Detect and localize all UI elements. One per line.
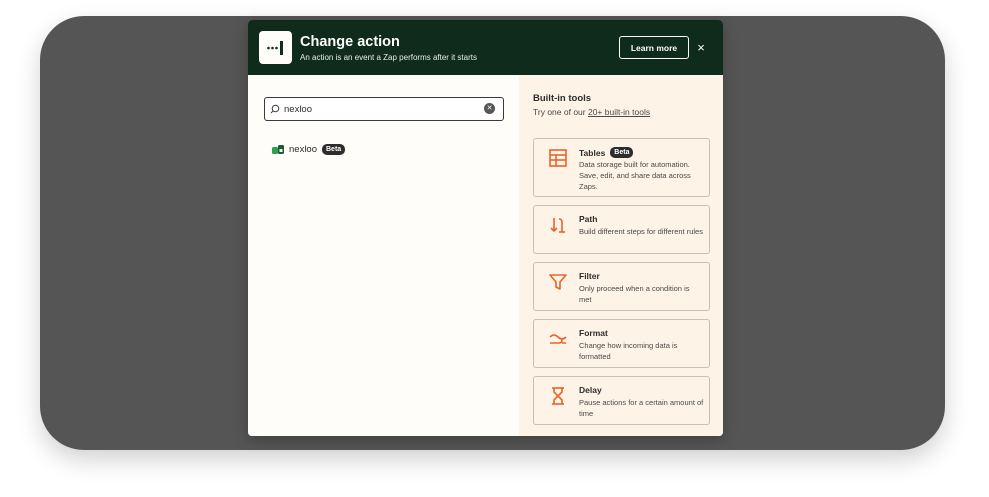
modal-subtitle: An action is an event a Zap performs aft… bbox=[300, 52, 477, 62]
zap-logo-icon bbox=[259, 31, 292, 64]
tool-card-path[interactable]: Path Build different steps for different… bbox=[533, 205, 710, 254]
search-result-nexloo[interactable]: nexloo Beta bbox=[272, 144, 346, 155]
tool-card-delay[interactable]: Delay Pause actions for a certain amount… bbox=[533, 376, 710, 425]
path-icon bbox=[550, 218, 565, 233]
change-action-modal: Change action An action is an event a Za… bbox=[248, 20, 723, 436]
built-in-tools-subtitle: Try one of our 20+ built-in tools bbox=[533, 107, 651, 117]
clear-icon[interactable]: ✕ bbox=[484, 103, 495, 114]
filter-icon bbox=[549, 274, 567, 290]
tool-description: Build different steps for different rule… bbox=[579, 227, 703, 236]
tool-card-filter[interactable]: Filter Only proceed when a condition is … bbox=[533, 262, 710, 311]
modal-header: Change action An action is an event a Za… bbox=[248, 20, 723, 75]
tool-description: Pause actions for a certain amount of ti… bbox=[579, 398, 704, 418]
tool-name: Tables Beta bbox=[579, 147, 634, 158]
beta-badge: Beta bbox=[322, 144, 346, 155]
tool-card-format[interactable]: Format Change how incoming data is forma… bbox=[533, 319, 710, 368]
built-in-tools-link[interactable]: 20+ built-in tools bbox=[588, 107, 650, 117]
tool-name: Delay bbox=[579, 385, 602, 395]
app-search-panel: ✕ nexloo Beta bbox=[248, 75, 519, 436]
result-name: nexloo bbox=[289, 144, 317, 155]
search-icon bbox=[270, 104, 280, 114]
format-icon bbox=[549, 334, 567, 344]
search-box: ✕ bbox=[264, 97, 504, 121]
hourglass-icon bbox=[552, 387, 564, 405]
built-in-tools-panel: Built-in tools Try one of our 20+ built-… bbox=[519, 75, 723, 436]
search-input[interactable] bbox=[284, 103, 474, 115]
tool-description: Change how incoming data is formatted bbox=[579, 341, 678, 361]
tool-name: Path bbox=[579, 214, 598, 224]
close-icon[interactable]: × bbox=[694, 39, 708, 55]
table-icon bbox=[549, 149, 567, 167]
nexloo-app-icon bbox=[272, 144, 285, 155]
tool-name: Filter bbox=[579, 271, 600, 281]
learn-more-button[interactable]: Learn more bbox=[619, 36, 689, 59]
modal-title: Change action bbox=[300, 33, 400, 50]
tool-description: Only proceed when a condition is met bbox=[579, 284, 690, 304]
tool-card-tables[interactable]: Tables Beta Data storage built for automa… bbox=[533, 138, 710, 197]
tool-name: Format bbox=[579, 328, 608, 338]
tool-description: Data storage built for automation. Save,… bbox=[579, 160, 691, 191]
built-in-tools-title: Built-in tools bbox=[533, 93, 592, 104]
beta-badge: Beta bbox=[610, 147, 634, 158]
